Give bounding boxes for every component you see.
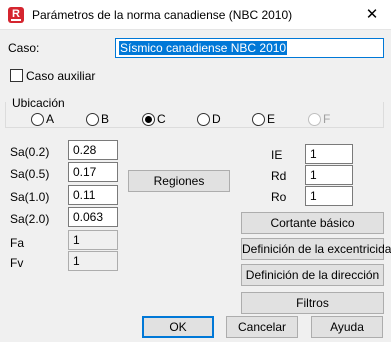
sa-10-input[interactable]: 0.11	[68, 185, 118, 205]
caso-input[interactable]: Sísmico canadiense NBC 2010	[115, 38, 384, 58]
sa-02-input[interactable]: 0.28	[68, 140, 118, 160]
fv-label: Fv	[10, 256, 24, 270]
radio-label-d[interactable]: D	[212, 112, 221, 126]
fa-label: Fa	[10, 236, 25, 250]
radio-ubicacion-d[interactable]	[197, 113, 210, 126]
radio-ubicacion-e[interactable]	[252, 113, 265, 126]
caso-label: Caso:	[8, 41, 40, 55]
radio-label-a[interactable]: A	[46, 112, 54, 126]
app-icon: R	[8, 7, 24, 23]
radio-label-b[interactable]: B	[101, 112, 109, 126]
definicion-excentricidad-button[interactable]: Definición de la excentricidad	[241, 238, 391, 260]
definicion-direccion-button[interactable]: Definición de la dirección	[241, 264, 384, 286]
sa-20-input[interactable]: 0.063	[68, 207, 118, 227]
sa-05-input[interactable]: 0.17	[68, 162, 118, 182]
radio-ubicacion-a[interactable]	[31, 113, 44, 126]
radio-ubicacion-f	[308, 113, 321, 126]
cancelar-button[interactable]: Cancelar	[226, 316, 298, 338]
ie-label: IE	[271, 148, 283, 162]
caso-auxiliar-checkbox[interactable]	[10, 69, 23, 82]
regiones-button[interactable]: Regiones	[128, 170, 230, 192]
close-icon[interactable]: ✕	[361, 4, 383, 26]
ok-button[interactable]: OK	[142, 316, 214, 338]
radio-label-e[interactable]: E	[267, 112, 275, 126]
radio-label-f: F	[323, 112, 331, 126]
sa-05-label: Sa(0.5)	[10, 167, 50, 181]
ro-input[interactable]: 1	[305, 186, 353, 206]
ro-label: Ro	[271, 190, 287, 204]
fv-field: 1	[68, 251, 118, 271]
radio-ubicacion-c[interactable]	[142, 113, 155, 126]
ayuda-button[interactable]: Ayuda	[311, 316, 383, 338]
title-bar: R Parámetros de la norma canadiense (NBC…	[0, 0, 391, 30]
caso-value: Sísmico canadiense NBC 2010	[119, 41, 288, 55]
rd-input[interactable]: 1	[305, 165, 353, 185]
sa-10-label: Sa(1.0)	[10, 190, 50, 204]
radio-label-c[interactable]: C	[157, 112, 166, 126]
caso-auxiliar-label[interactable]: Caso auxiliar	[26, 69, 95, 83]
radio-ubicacion-b[interactable]	[86, 113, 99, 126]
fa-field: 1	[68, 230, 118, 250]
window-title: Parámetros de la norma canadiense (NBC 2…	[32, 8, 293, 22]
cortante-basico-button[interactable]: Cortante básico	[241, 212, 384, 234]
rd-label: Rd	[271, 169, 287, 183]
sa-02-label: Sa(0.2)	[10, 145, 50, 159]
ie-input[interactable]: 1	[305, 144, 353, 164]
filtros-button[interactable]: Filtros	[241, 292, 384, 314]
sa-20-label: Sa(2.0)	[10, 212, 50, 226]
